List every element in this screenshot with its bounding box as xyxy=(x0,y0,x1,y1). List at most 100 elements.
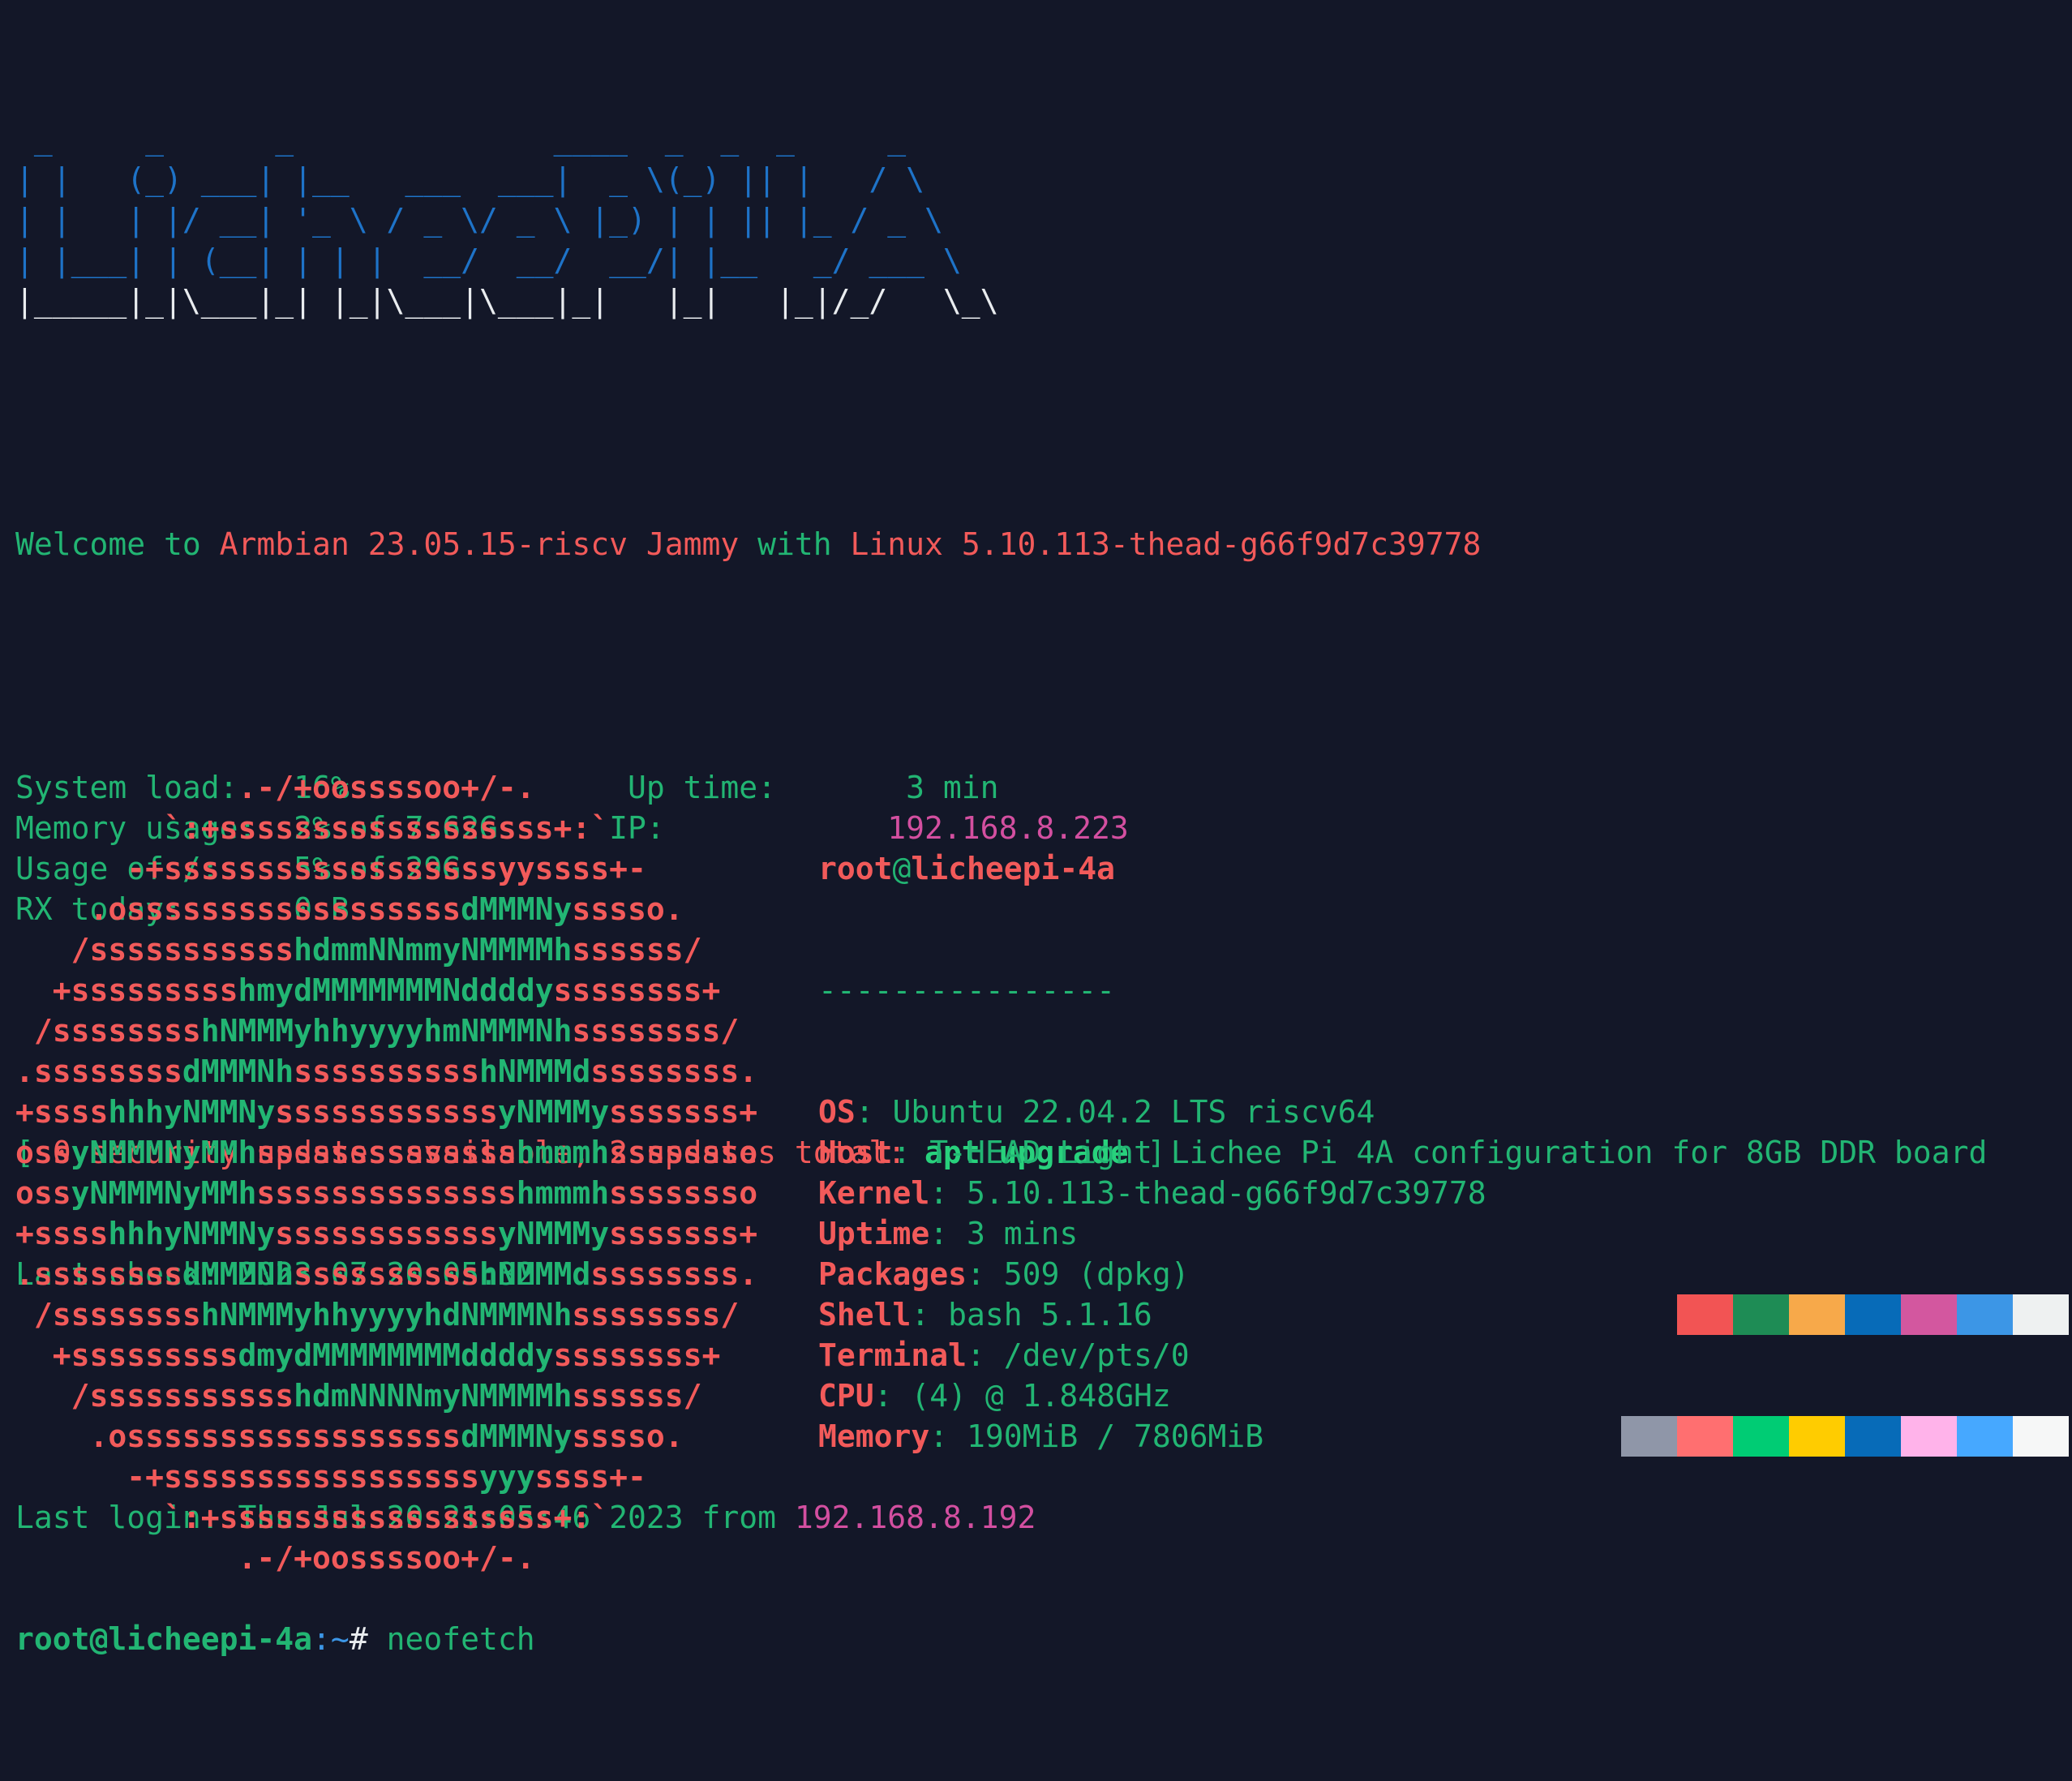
logo-segment: hmmmh xyxy=(516,1135,610,1170)
logo-segment: ssssssso xyxy=(609,1135,758,1170)
neofetch-field-host: Host: T-HEAD Light Lichee Pi 4A configur… xyxy=(818,1132,1987,1173)
logo-line: /ssssssssssshdmNNNNmyNMMMMhssssss/ xyxy=(15,1375,757,1416)
logo-segment: yNMMMNyMMh xyxy=(71,1135,257,1170)
logo-segment: .ossssssssssssssssss xyxy=(15,891,461,927)
logo-segment: hhhyNMMNy xyxy=(108,1216,276,1251)
logo-segment: +sssssssss xyxy=(15,972,238,1008)
logo-segment: hNMMMyhhyyyyhdNMMMNh xyxy=(200,1297,573,1333)
logo-segment: -+ssssssssssssssssssyyssss+- xyxy=(15,851,646,886)
logo-segment: dMMMNh xyxy=(182,1054,294,1089)
palette-normal-swatch-5 xyxy=(1901,1294,1957,1335)
logo-line: -+ssssssssssssssssssyyssss+- xyxy=(15,848,757,889)
neofetch-field-value: bash 5.1.16 xyxy=(948,1297,1152,1333)
logo-segment: hNMMMd xyxy=(478,1054,591,1089)
neofetch-output: .-/+oossssoo+/-. `:+ssssssssssssssssss+:… xyxy=(15,767,2069,1578)
neofetch-field-key: Kernel xyxy=(818,1175,930,1211)
welcome-kernel: Linux 5.10.113-thead-g66f9d7c39778 xyxy=(850,526,1482,562)
logo-segment: ssssssss. xyxy=(590,1054,758,1089)
logo-line: /ssssssssssshdmmNNmmyNMMMMhssssss/ xyxy=(15,929,757,970)
palette-bright-swatch-0 xyxy=(1621,1416,1677,1457)
logo-line: +ssssssssshmydMMMMMMMNddddyssssssss+ xyxy=(15,970,757,1011)
neofetch-field-key: CPU xyxy=(818,1378,874,1414)
neofetch-field-key: OS xyxy=(818,1094,856,1130)
shell-prompt-line[interactable]: root@licheepi-4a:~# neofetch xyxy=(15,1619,2059,1659)
neofetch-field-key: Terminal xyxy=(818,1337,967,1373)
palette-row-normal xyxy=(1621,1294,2069,1335)
prompt-command: neofetch xyxy=(386,1621,535,1657)
neofetch-field-key: Shell xyxy=(818,1297,912,1333)
neofetch-info-panel: root@licheepi-4a ---------------- OS: Ub… xyxy=(818,767,2069,1578)
logo-segment: .-/+oossssoo+/-. xyxy=(15,770,535,805)
neofetch-field-colon: : xyxy=(911,1297,949,1333)
logo-line: +sssshhhyNMMNyssssssssssssyNMMMysssssss+ xyxy=(15,1092,757,1132)
palette-row-bright xyxy=(1621,1416,2069,1457)
logo-segment: hmydMMMMMMMNddddy xyxy=(238,972,554,1008)
palette-normal-swatch-3 xyxy=(1789,1294,1845,1335)
logo-segment: sssssss+ xyxy=(609,1094,758,1130)
neofetch-title: root@licheepi-4a xyxy=(818,848,1987,889)
banner-art-line: _ _ _ ____ _ _ _ _ xyxy=(15,118,2059,159)
logo-line: `:+ssssssssssssssssss+:` xyxy=(15,808,757,848)
neofetch-field-value: (4) @ 1.848GHz xyxy=(911,1378,1171,1414)
logo-line: .ssssssssdMMMNhsssssssssshNMMMdssssssss. xyxy=(15,1051,757,1092)
logo-segment: ssssssss. xyxy=(590,1256,758,1292)
logo-line: .-/+oossssoo+/-. xyxy=(15,1538,757,1578)
prompt-symbol: # xyxy=(349,1621,387,1657)
palette-normal-swatch-6 xyxy=(1957,1294,2013,1335)
logo-segment: sssso. xyxy=(572,891,684,927)
logo-segment: ssssssssss xyxy=(294,1256,479,1292)
neofetch-title-at: @ xyxy=(892,851,912,886)
palette-bright-swatch-6 xyxy=(1957,1416,2013,1457)
logo-line: -+sssssssssssssssssyyyssss+- xyxy=(15,1457,757,1497)
logo-line: ossyNMMMNyMMhsssssssssssssshmmmhssssssso xyxy=(15,1173,757,1213)
logo-line: ossyNMMMNyMMhsssssssssssssshmmmhssssssso xyxy=(15,1132,757,1173)
terminal-window[interactable]: _ _ _ ____ _ _ _ _ | | (_) ___| |__ ___ _… xyxy=(15,37,2069,1657)
palette-bright-swatch-3 xyxy=(1789,1416,1845,1457)
neofetch-field-value: Ubuntu 22.04.2 LTS riscv64 xyxy=(892,1094,1375,1130)
neofetch-title-user: root xyxy=(818,851,893,886)
logo-segment: +ssss xyxy=(15,1216,109,1251)
motd-banner-ascii-art: _ _ _ ____ _ _ _ _ | | (_) ___| |__ ___ _… xyxy=(15,118,2059,321)
logo-segment: yNMMMy xyxy=(497,1094,610,1130)
logo-segment: yNMMMy xyxy=(497,1216,610,1251)
logo-segment: sssso. xyxy=(572,1418,684,1454)
logo-segment: ssss+- xyxy=(534,1459,646,1495)
welcome-prefix: Welcome to xyxy=(15,526,220,562)
logo-segment: ssssssssssss xyxy=(275,1094,498,1130)
prompt-path: :~ xyxy=(312,1621,350,1657)
logo-segment: `:+ssssssssssssssssss+:` xyxy=(15,810,610,846)
logo-segment: oss xyxy=(15,1175,71,1211)
logo-line: .ossssssssssssssssssdMMMNysssso. xyxy=(15,1416,757,1457)
neofetch-field-colon: : xyxy=(855,1094,893,1130)
palette-normal-swatch-4 xyxy=(1845,1294,1901,1335)
palette-normal-swatch-2 xyxy=(1733,1294,1789,1335)
logo-segment: hNMMMyhhyyyyhmNMMMNh xyxy=(200,1013,573,1049)
logo-line: .-/+oossssoo+/-. xyxy=(15,767,757,808)
color-palette xyxy=(1621,1213,2069,1457)
logo-line: +sssssssssdmydMMMMMMMMddddyssssssss+ xyxy=(15,1335,757,1375)
ubuntu-ascii-logo: .-/+oossssoo+/-. `:+ssssssssssssssssss+:… xyxy=(15,767,757,1578)
logo-segment: +ssss xyxy=(15,1094,109,1130)
palette-normal-swatch-1 xyxy=(1677,1294,1733,1335)
logo-segment: ssssssssss xyxy=(294,1054,479,1089)
logo-segment: oss xyxy=(15,1135,71,1170)
neofetch-field-os: OS: Ubuntu 22.04.2 LTS riscv64 xyxy=(818,1092,1987,1132)
palette-bright-swatch-4 xyxy=(1845,1416,1901,1457)
palette-bright-swatch-7 xyxy=(2013,1416,2069,1457)
logo-segment: `:+ssssssssssssssssss+:` xyxy=(15,1500,610,1535)
palette-normal-swatch-7 xyxy=(2013,1294,2069,1335)
neofetch-field-colon: : xyxy=(929,1418,967,1454)
prompt-user-host: root@licheepi-4a xyxy=(15,1621,313,1657)
banner-art-line: | | (_) ___| |__ ___ ___| _ \(_) || | / … xyxy=(15,159,2059,200)
neofetch-field-value: /dev/pts/0 xyxy=(1003,1337,1190,1373)
palette-bright-swatch-2 xyxy=(1733,1416,1789,1457)
neofetch-field-value: 3 mins xyxy=(967,1216,1079,1251)
logo-segment: .ssssssss xyxy=(15,1054,182,1089)
neofetch-field-value: 509 (dpkg) xyxy=(1003,1256,1190,1292)
banner-art-line: |_____|_|\___|_| |_|\___|\___|_| |_| |_|… xyxy=(15,281,2059,321)
banner-art-segment: | | (_) ___| |__ ___ ___| _ \(_) || | / … xyxy=(15,161,925,197)
banner-art-line: | |___| | (__| | | | __/ __/ __/| |__ _/… xyxy=(15,240,2059,281)
logo-segment: +sssssssss xyxy=(15,1337,238,1373)
